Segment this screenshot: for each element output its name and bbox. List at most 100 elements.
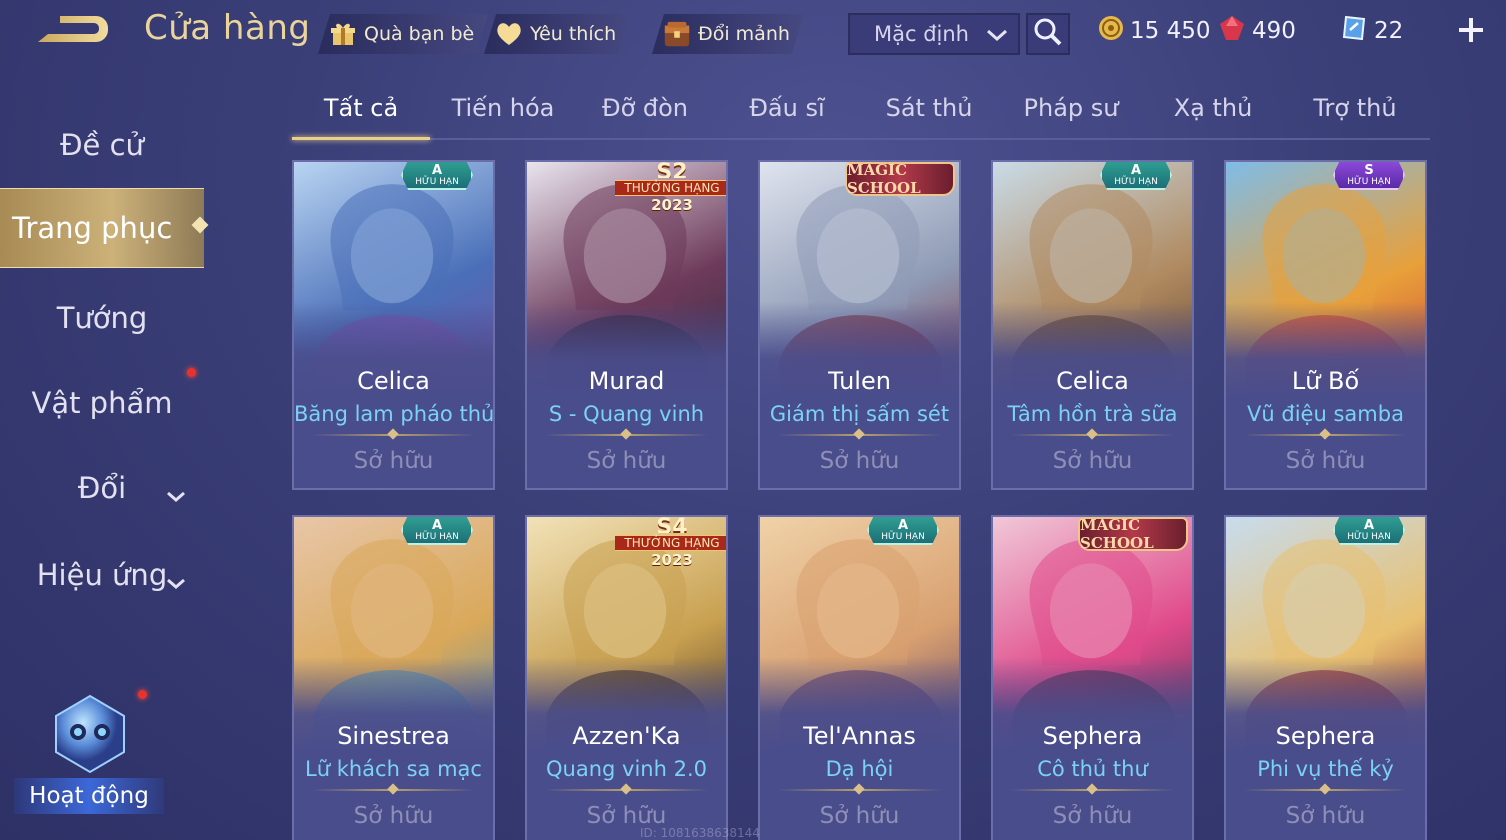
skin-name: Giám thị sấm sét <box>769 402 950 426</box>
card-divider <box>545 789 708 791</box>
hero-name: Murad <box>588 367 665 395</box>
rank-letter: S <box>1364 162 1374 178</box>
sidebar-item-recommended[interactable]: Đề cử <box>0 105 204 185</box>
sidebar-item-items[interactable]: Vật phẩm <box>0 363 204 443</box>
sidebar-item-exchange[interactable]: Đổi <box>0 448 204 528</box>
event-logo: MAGIC SCHOOL <box>1078 517 1188 552</box>
skin-card[interactable]: A HỮU HẠN Celica Băng lam pháo thủ Sở hữu <box>292 160 495 490</box>
sidebar-item-heroes[interactable]: Tướng <box>0 278 204 358</box>
card-divider <box>1011 434 1174 436</box>
limited-badge: S HỮU HẠN <box>1333 162 1405 190</box>
tab-marksman[interactable]: Xạ thủ <box>1144 94 1282 138</box>
limited-text: HỮU HẠN <box>1347 176 1391 187</box>
category-tabs: Tất cả Tiến hóa Đỡ đòn Đấu sĩ Sát thủ Ph… <box>292 86 1430 140</box>
rank-letter: A <box>1363 517 1375 533</box>
activity-label: Hoạt động <box>14 778 164 814</box>
tab-mage[interactable]: Pháp sư <box>1002 94 1140 138</box>
skin-name: Tâm hồn trà sữa <box>1007 402 1178 426</box>
card-divider <box>778 789 941 791</box>
skin-card[interactable]: A HỮU HẠN Sinestrea Lữ khách sa mạc Sở hữu <box>292 515 495 840</box>
card-divider <box>1244 789 1407 791</box>
search-icon <box>1033 17 1063 51</box>
skin-card[interactable]: S4 THƯỞNG HẠNG 2023 Azzen'Ka Quang vinh 2.0 S… <box>525 515 728 840</box>
activity-button[interactable]: Hoạt động <box>14 690 164 814</box>
tab-label: Đỡ đòn <box>601 94 689 122</box>
skin-card[interactable]: A HỮU HẠN Celica Tâm hồn trà sữa Sở hữu <box>991 160 1194 490</box>
skin-card[interactable]: MAGIC SCHOOL Sephera Cô thủ thư Sở hữu <box>991 515 1194 840</box>
tab-all[interactable]: Tất cả <box>292 94 430 140</box>
heart-icon <box>494 19 524 49</box>
hero-name: Celica <box>357 367 430 395</box>
red-gem-icon <box>1218 14 1246 48</box>
skin-name: Phi vụ thế kỷ <box>1257 757 1394 781</box>
exchange-shards-button[interactable]: Đổi mảnh <box>652 14 804 54</box>
plus-icon[interactable] <box>1455 14 1487 46</box>
tab-evolution[interactable]: Tiến hóa <box>434 94 572 138</box>
sidebar-item-label: Vật phẩm <box>31 386 173 420</box>
exchange-shards-label: Đổi mảnh <box>698 23 790 45</box>
gold-coin-icon <box>1098 15 1124 47</box>
season-year: 2023 <box>651 196 693 214</box>
ticket-value: 22 <box>1374 18 1404 44</box>
season-label: S4 <box>656 515 688 533</box>
hero-name: Sinestrea <box>337 722 450 750</box>
tab-tank[interactable]: Đỡ đòn <box>576 94 714 138</box>
sidebar-item-label: Đổi <box>77 471 127 505</box>
friend-gift-button[interactable]: Quà bạn bè <box>318 14 488 54</box>
skin-card[interactable]: S HỮU HẠN Lữ Bố Vũ điệu samba Sở hữu <box>1224 160 1427 490</box>
favorites-label: Yêu thích <box>530 23 617 45</box>
limited-text: HỮU HẠN <box>415 531 459 542</box>
tab-label: Tiến hóa <box>451 94 555 122</box>
limited-badge: A HỮU HẠN <box>1100 162 1172 190</box>
owned-status: Sở hữu <box>819 448 900 474</box>
top-bar: Cửa hàng Quà bạn bè Yêu thích Đổi mảnh M… <box>0 0 1506 66</box>
tab-label: Pháp sư <box>1023 94 1119 122</box>
skin-name: Lữ khách sa mạc <box>305 757 482 781</box>
limited-text: HỮU HẠN <box>1347 531 1391 542</box>
gem-balance: 490 <box>1218 14 1296 48</box>
skin-grid: A HỮU HẠN Celica Băng lam pháo thủ Sở hữu S2 T… <box>292 160 1432 840</box>
rank-letter: A <box>431 162 443 178</box>
tab-support[interactable]: Trợ thủ <box>1286 94 1424 138</box>
tab-label: Sát thủ <box>885 94 973 122</box>
rank-letter: A <box>1130 162 1142 178</box>
owned-status: Sở hữu <box>353 448 434 474</box>
card-divider <box>1244 434 1407 436</box>
tab-label: Đấu sĩ <box>749 94 825 122</box>
skin-card[interactable]: A HỮU HẠN Tel'Annas Dạ hội Sở hữu <box>758 515 961 840</box>
rank-letter: A <box>897 517 909 533</box>
back-arrow-icon[interactable] <box>30 8 116 54</box>
hero-name: Sephera <box>1275 722 1376 750</box>
gold-value: 15 450 <box>1130 18 1211 44</box>
sidebar-item-effects[interactable]: Hiệu ứng <box>0 535 204 615</box>
hero-name: Celica <box>1056 367 1129 395</box>
skin-card[interactable]: MAGIC SCHOOL Tulen Giám thị sấm sét Sở hữu <box>758 160 961 490</box>
event-logo: MAGIC SCHOOL <box>845 162 955 197</box>
favorites-button[interactable]: Yêu thích <box>484 14 630 54</box>
owned-status: Sở hữu <box>1285 448 1366 474</box>
season-year: 2023 <box>651 551 693 569</box>
sort-dropdown[interactable]: Mặc định <box>848 13 1020 55</box>
sidebar-item-label: Tướng <box>56 301 148 335</box>
tab-fighter[interactable]: Đấu sĩ <box>718 94 856 138</box>
skin-card[interactable]: S2 THƯỞNG HẠNG 2023 Murad S - Quang vinh Sở h… <box>525 160 728 490</box>
sidebar-item-label: Hiệu ứng <box>36 558 168 592</box>
search-button[interactable] <box>1026 13 1070 55</box>
season-reward-badge: S4 THƯỞNG HẠNG 2023 <box>615 515 726 569</box>
owned-status: Sở hữu <box>586 448 667 474</box>
ticket-icon <box>1340 14 1368 48</box>
hero-name: Tel'Annas <box>803 722 916 750</box>
tab-assassin[interactable]: Sát thủ <box>860 94 998 138</box>
skin-card[interactable]: A HỮU HẠN Sephera Phi vụ thế kỷ Sở hữu <box>1224 515 1427 840</box>
card-divider <box>312 789 475 791</box>
skin-name: Băng lam pháo thủ <box>294 402 495 426</box>
owned-status: Sở hữu <box>1052 448 1133 474</box>
skin-name: Dạ hội <box>825 757 894 781</box>
sidebar-item-skins[interactable]: Trang phục <box>0 188 204 268</box>
limited-badge: A HỮU HẠN <box>1333 517 1405 545</box>
notification-dot <box>187 368 196 377</box>
skin-name: Quang vinh 2.0 <box>546 757 707 781</box>
hero-name: Azzen'Ka <box>572 722 681 750</box>
page-title: Cửa hàng <box>144 8 311 48</box>
limited-text: HỮU HẠN <box>415 176 459 187</box>
